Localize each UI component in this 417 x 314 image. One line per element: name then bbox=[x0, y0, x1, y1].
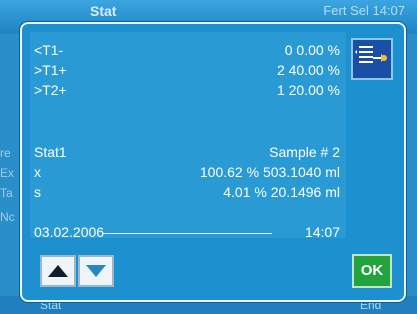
statistics-list-icon bbox=[355, 46, 387, 63]
tolerance-row: <T1- 0 0.00 % bbox=[34, 40, 340, 60]
timestamp-divider bbox=[102, 233, 272, 234]
stddev-row: s 4.01 % 20.1496 ml bbox=[34, 182, 340, 202]
mean-value: 100.62 % 503.1040 ml bbox=[199, 164, 340, 180]
background-title: Stat bbox=[90, 3, 117, 19]
background-info: Fert Sel 14:07 bbox=[323, 3, 405, 18]
statistics-dialog: <T1- 0 0.00 % >T1+ 2 40.00 % >T2+ 1 20.0… bbox=[20, 22, 406, 302]
background-fragment: re bbox=[0, 146, 11, 160]
sample-number: Sample # 2 bbox=[269, 144, 340, 160]
stddev-value: 4.01 % 20.1496 ml bbox=[223, 184, 340, 200]
ok-button[interactable]: OK bbox=[352, 254, 392, 288]
date-text: 03.02.2006 bbox=[34, 224, 105, 240]
tolerance-row: >T1+ 2 40.00 % bbox=[34, 60, 340, 80]
tolerance-value: 0 0.00 % bbox=[284, 42, 340, 58]
tolerance-value: 2 40.00 % bbox=[276, 62, 340, 78]
mean-label: x bbox=[34, 164, 41, 180]
triangle-up-icon bbox=[48, 265, 68, 277]
background-fragment: Ex bbox=[0, 166, 15, 180]
tolerance-label: <T1- bbox=[34, 42, 64, 58]
mean-row: x 100.62 % 503.1040 ml bbox=[34, 162, 340, 182]
tolerance-label: >T1+ bbox=[34, 62, 67, 78]
time-text: 14:07 bbox=[304, 224, 340, 240]
stat-row: Stat1 Sample # 2 bbox=[34, 142, 340, 162]
stddev-label: s bbox=[34, 184, 41, 200]
scroll-up-button[interactable] bbox=[40, 255, 76, 287]
scroll-down-button[interactable] bbox=[78, 255, 114, 287]
tolerance-row: >T2+ 1 20.00 % bbox=[34, 80, 340, 100]
tolerance-value: 1 20.00 % bbox=[276, 82, 340, 98]
statistics-panel: <T1- 0 0.00 % >T1+ 2 40.00 % >T2+ 1 20.0… bbox=[30, 32, 346, 240]
triangle-down-icon bbox=[86, 265, 106, 277]
background-fragment: Ta bbox=[0, 186, 13, 200]
tolerance-label: >T2+ bbox=[34, 82, 67, 98]
background-fragment: Nc bbox=[0, 210, 15, 224]
stat-label: Stat1 bbox=[34, 144, 67, 160]
statistics-print-button[interactable] bbox=[351, 38, 393, 80]
timestamp-row: 03.02.2006 14:07 bbox=[34, 222, 340, 242]
